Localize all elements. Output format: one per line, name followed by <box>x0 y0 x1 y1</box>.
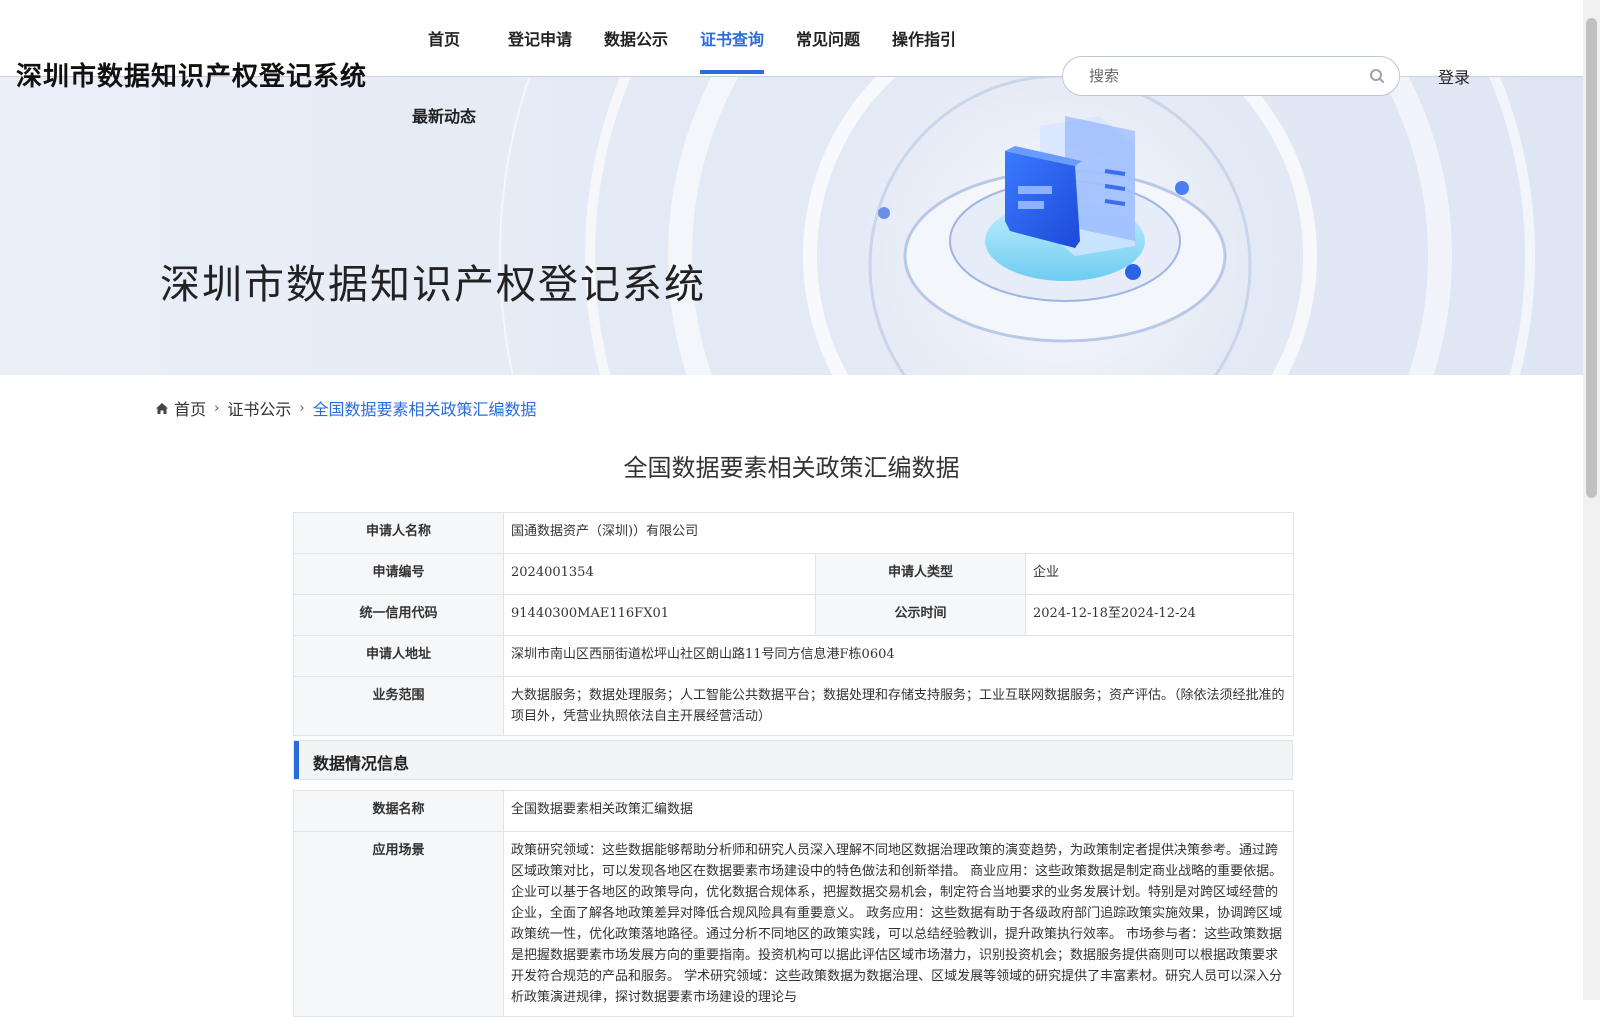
credit-code-value: 91440300MAE116FX01 <box>503 594 816 636</box>
hero-banner: 深圳市数据知识产权登记系统 <box>0 76 1583 375</box>
publicity-period-value: 2024-12-18至2024-12-24 <box>1025 594 1294 636</box>
login-link[interactable]: 登录 <box>1438 64 1470 88</box>
breadcrumb-certificate-publicity[interactable]: 证书公示 <box>227 400 291 419</box>
table-row: 申请人地址 深圳市南山区西丽街道松坪山社区朗山路11号同方信息港F栋0604 <box>293 635 1294 677</box>
chevron-right-icon: › <box>299 400 305 416</box>
publicity-period-label: 公示时间 <box>815 594 1026 636</box>
page-title: 全国数据要素相关政策汇编数据 <box>623 454 960 482</box>
applicant-type-label: 申请人类型 <box>815 553 1026 595</box>
applicant-name-label: 申请人名称 <box>293 512 504 554</box>
chevron-right-icon: › <box>214 400 220 416</box>
nav-item-guide[interactable]: 操作指引 <box>892 26 956 50</box>
section-heading-text: 数据情况信息 <box>313 754 410 773</box>
nav-item-home[interactable]: 首页 <box>428 26 460 50</box>
table-row: 统一信用代码 91440300MAE116FX01 公示时间 2024-12-1… <box>293 594 1294 636</box>
business-scope-value: 大数据服务；数据处理服务；人工智能公共数据平台；数据处理和存储支持服务；工业互联… <box>503 676 1294 736</box>
nav-item-register-apply[interactable]: 登记申请 <box>508 26 572 50</box>
table-row: 应用场景 政策研究领域：这些数据能够帮助分析师和研究人员深入理解不同地区数据治理… <box>293 831 1294 1017</box>
nav-item-latest-news[interactable]: 最新动态 <box>412 103 476 127</box>
scrollbar-thumb[interactable] <box>1586 18 1597 498</box>
data-info-table: 数据名称 全国数据要素相关政策汇编数据 应用场景 政策研究领域：这些数据能够帮助… <box>293 790 1294 1017</box>
data-name-label: 数据名称 <box>293 790 504 832</box>
application-scene-label: 应用场景 <box>293 831 504 1017</box>
banner-title: 深圳市数据知识产权登记系统 <box>160 262 706 308</box>
search-icon[interactable] <box>1369 68 1385 88</box>
data-name-value: 全国数据要素相关政策汇编数据 <box>503 790 1294 832</box>
site-logo[interactable]: 深圳市数据知识产权登记系统 <box>16 56 367 93</box>
section-accent-bar <box>294 741 299 779</box>
applicant-name-value: 国通数据资产（深圳)）有限公司 <box>503 512 1294 554</box>
table-row: 数据名称 全国数据要素相关政策汇编数据 <box>293 790 1294 832</box>
banner-illustration <box>499 76 1535 375</box>
nav-item-faq[interactable]: 常见问题 <box>796 26 860 50</box>
nav-active-indicator <box>700 70 764 74</box>
breadcrumb-home[interactable]: 首页 <box>174 400 206 419</box>
search-input[interactable] <box>1087 65 1351 87</box>
table-row: 申请编号 2024001354 申请人类型 企业 <box>293 553 1294 595</box>
business-scope-label: 业务范围 <box>293 676 504 736</box>
applicant-address-value: 深圳市南山区西丽街道松坪山社区朗山路11号同方信息港F栋0604 <box>503 635 1294 677</box>
search-box[interactable] <box>1062 56 1400 96</box>
page-scrollbar[interactable] <box>1583 0 1600 1000</box>
table-row: 申请人名称 国通数据资产（深圳)）有限公司 <box>293 512 1294 554</box>
table-row: 业务范围 大数据服务；数据处理服务；人工智能公共数据平台；数据处理和存储支持服务… <box>293 676 1294 736</box>
breadcrumb: 首页 › 证书公示 › 全国数据要素相关政策汇编数据 <box>155 396 537 420</box>
application-scene-value: 政策研究领域：这些数据能够帮助分析师和研究人员深入理解不同地区数据治理政策的演变… <box>503 831 1294 1017</box>
nav-item-data-publicity[interactable]: 数据公示 <box>604 26 668 50</box>
applicant-address-label: 申请人地址 <box>293 635 504 677</box>
home-icon[interactable] <box>155 399 174 418</box>
application-number-label: 申请编号 <box>293 553 504 595</box>
applicant-type-value: 企业 <box>1025 553 1294 595</box>
credit-code-label: 统一信用代码 <box>293 594 504 636</box>
breadcrumb-current: 全国数据要素相关政策汇编数据 <box>312 400 537 419</box>
application-number-value: 2024001354 <box>503 553 816 595</box>
applicant-info-table: 申请人名称 国通数据资产（深圳)）有限公司 申请编号 2024001354 申请… <box>293 512 1294 736</box>
data-info-section-heading: 数据情况信息 <box>293 740 1293 780</box>
nav-item-certificate-query[interactable]: 证书查询 <box>700 26 764 50</box>
